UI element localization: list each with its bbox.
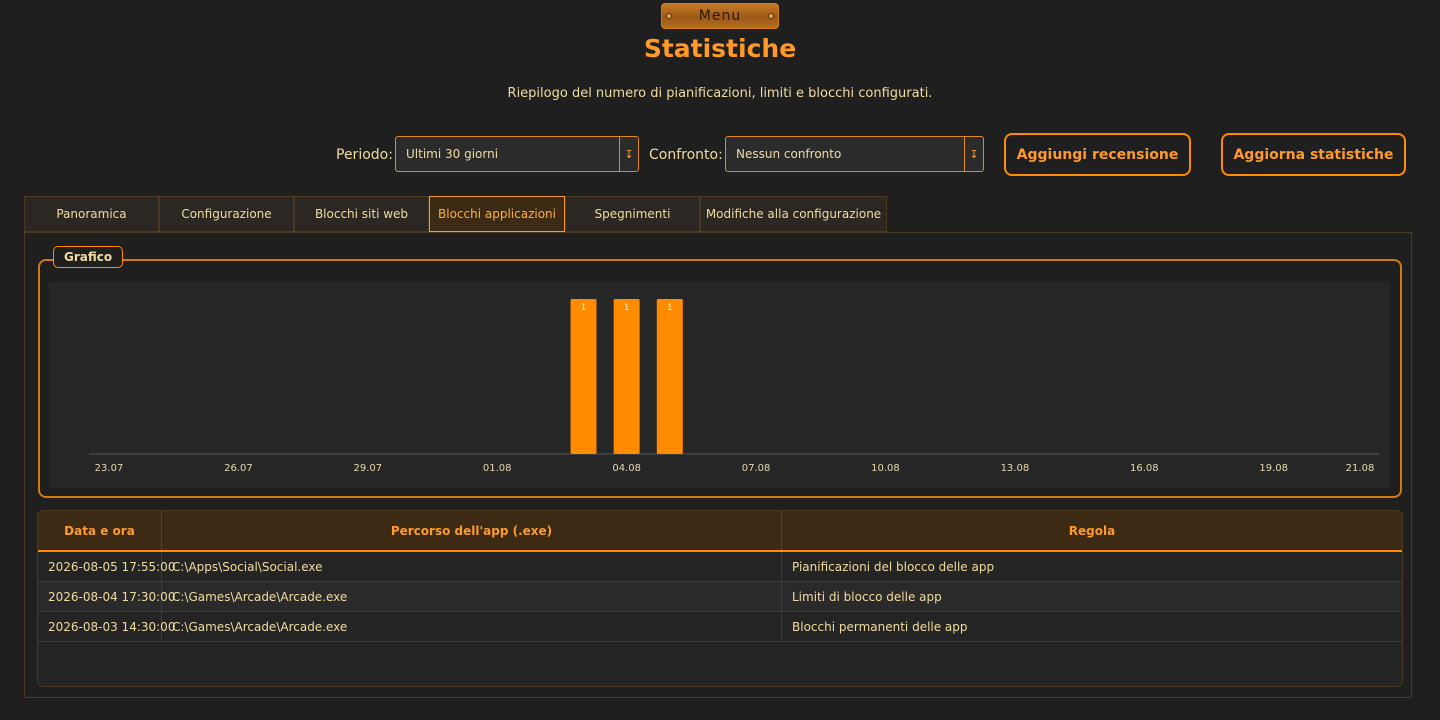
menu-button-label: Menu: [698, 8, 742, 24]
x-tick-label: 23.07: [95, 463, 124, 474]
cell-date: 2026-08-04 17:30:00: [38, 582, 175, 611]
dropdown-arrow-icon: ↧: [964, 137, 983, 171]
cell-app-path: C:\Games\Arcade\Arcade.exe: [162, 612, 782, 641]
x-tick-label: 19.08: [1259, 463, 1288, 474]
tab-panoramica[interactable]: Panoramica: [24, 196, 159, 232]
refresh-statistics-button[interactable]: Aggiorna statistiche: [1221, 133, 1406, 176]
chart-svg: 23.07 26.07 29.07 01.08 04.08 07.08 10.08 13.08…: [89, 299, 1379, 474]
chart-bar: [656, 299, 683, 454]
column-header-date[interactable]: Data e ora: [38, 511, 162, 550]
tab-configurazione[interactable]: Configurazione: [159, 196, 294, 232]
x-tick-label: 04.08: [612, 463, 641, 474]
bar-value-label: 1: [581, 303, 587, 313]
tab-modifiche-configurazione[interactable]: Modifiche alla configurazione: [700, 196, 887, 232]
chart-bar: [570, 299, 597, 454]
compare-label: Confronto:: [649, 147, 723, 163]
tab-bar: Panoramica Configurazione Blocchi siti w…: [24, 196, 887, 232]
x-tick-label: 10.08: [871, 463, 900, 474]
cell-rule: Blocchi permanenti delle app: [792, 619, 968, 634]
page-subtitle: Riepilogo del numero di pianificazioni, …: [507, 86, 933, 101]
x-tick-label: 26.07: [224, 463, 253, 474]
rivet-icon: [666, 13, 672, 19]
cell-date: 2026-08-05 17:55:00: [38, 552, 175, 581]
cell-date: 2026-08-03 14:30:00: [38, 612, 175, 641]
period-label: Periodo:: [336, 147, 393, 163]
x-tick-label: 21.08: [1346, 463, 1375, 474]
x-tick-label: 13.08: [1001, 463, 1030, 474]
cell-app-path: C:\Apps\Social\Social.exe: [162, 552, 782, 581]
bar-value-label: 1: [667, 303, 673, 313]
period-select-value: Ultimi 30 giorni: [406, 147, 499, 161]
cell-app-path: C:\Games\Arcade\Arcade.exe: [162, 582, 782, 611]
rivet-icon: [768, 13, 774, 19]
chart-bar: [613, 299, 640, 454]
chart-group-title: Grafico: [53, 246, 124, 268]
cell-rule: Pianificazioni del blocco delle app: [792, 559, 995, 574]
menu-button[interactable]: Menu: [661, 3, 779, 29]
x-tick-label: 01.08: [483, 463, 512, 474]
table-row[interactable]: 2026-08-05 17:55:00 C:\Apps\Social\Socia…: [38, 552, 1402, 582]
add-review-button[interactable]: Aggiungi recensione: [1004, 133, 1191, 176]
x-tick-label: 29.07: [354, 463, 383, 474]
x-tick-label: 07.08: [742, 463, 771, 474]
cell-rule: Limiti di blocco delle app: [792, 589, 942, 604]
tab-spegnimenti[interactable]: Spegnimenti: [565, 196, 700, 232]
table-row[interactable]: 2026-08-04 17:30:00 C:\Games\Arcade\Arca…: [38, 582, 1402, 612]
column-header-rule[interactable]: Regola: [782, 511, 1402, 550]
app-blocks-table: Data e ora Percorso dell'app (.exe) Rego…: [37, 510, 1403, 687]
column-header-app-path[interactable]: Percorso dell'app (.exe): [162, 511, 782, 550]
tab-blocchi-siti-web[interactable]: Blocchi siti web: [294, 196, 429, 232]
table-header: Data e ora Percorso dell'app (.exe) Rego…: [38, 511, 1402, 552]
bar-chart: 23.07 26.07 29.07 01.08 04.08 07.08 10.08 13.08…: [49, 282, 1390, 488]
tab-blocchi-applicazioni[interactable]: Blocchi applicazioni: [429, 196, 565, 232]
page-title: Statistiche: [643, 34, 797, 63]
period-select[interactable]: Ultimi 30 giorni ↧: [395, 136, 639, 172]
bar-value-label: 1: [624, 303, 630, 313]
table-row[interactable]: 2026-08-03 14:30:00 C:\Games\Arcade\Arca…: [38, 612, 1402, 642]
x-tick-label: 16.08: [1130, 463, 1159, 474]
dropdown-arrow-icon: ↧: [619, 137, 638, 171]
compare-select[interactable]: Nessun confronto ↧: [725, 136, 984, 172]
compare-select-value: Nessun confronto: [736, 147, 842, 161]
